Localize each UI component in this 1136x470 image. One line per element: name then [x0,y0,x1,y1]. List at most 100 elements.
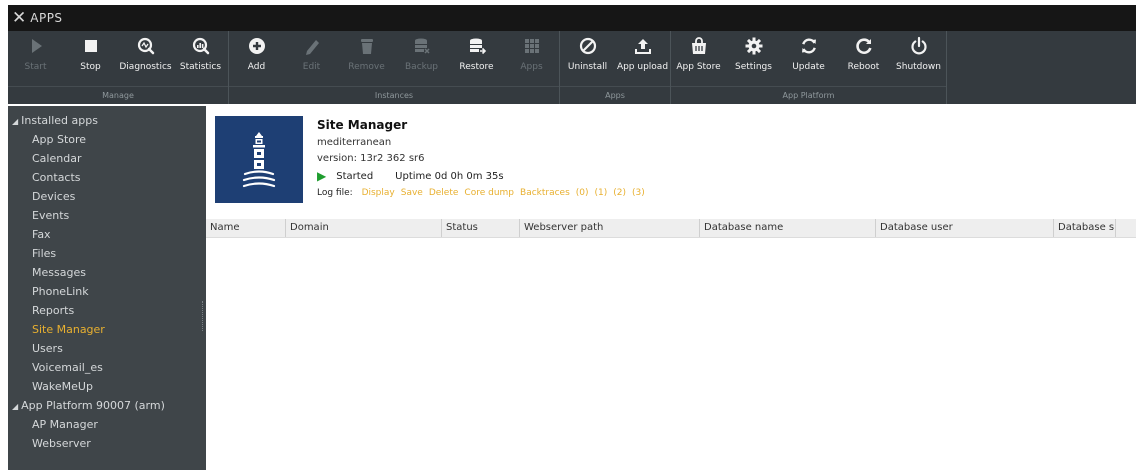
sidebar-item-site-manager[interactable]: Site Manager [8,320,206,339]
gear-icon [743,35,765,57]
edit-icon [301,35,323,57]
log-link-save[interactable]: Save [401,188,423,198]
log-link-backtraces[interactable]: Backtraces [520,188,570,198]
sidebar: ◢ Installed apps App Store Calendar Contacts… [8,106,206,470]
app-version: version: 13r2 362 sr6 [317,153,425,164]
store-icon [688,35,710,57]
restore-icon [466,35,488,57]
reboot-icon [853,35,875,57]
settings-button[interactable]: Settings [726,31,781,86]
log-link-3[interactable]: (3) [632,188,645,198]
stop-button[interactable]: Stop [63,31,118,86]
sidebar-item-messages[interactable]: Messages [8,263,206,282]
sidebar-item-users[interactable]: Users [8,339,206,358]
toolbar-group-app-platform: App Store Settings Update Reboot Shutdown App… [671,31,947,104]
title-bar: ✕ APPS [8,5,1136,31]
log-file-label: Log file: [317,188,353,198]
update-button[interactable]: Update [781,31,836,86]
edit-button[interactable]: Edit [284,31,339,86]
restore-label: Restore [459,62,494,72]
stop-label: Stop [80,62,101,72]
sidebar-item-files[interactable]: Files [8,244,206,263]
log-link-delete[interactable]: Delete [429,188,459,198]
log-link-0[interactable]: (0) [576,188,589,198]
sidebar-item-app-store[interactable]: App Store [8,130,206,149]
sidebar-section-app-platform-90007-arm[interactable]: ◢ App Platform 90007 (arm) [8,396,206,415]
column-header-status[interactable]: Status [442,219,520,237]
diagnostics-button[interactable]: Diagnostics [118,31,173,86]
sidebar-section-label: Installed apps [21,114,98,127]
column-header-database-user[interactable]: Database user [876,219,1054,237]
column-header-database-name[interactable]: Database name [700,219,876,237]
reboot-label: Reboot [847,62,880,72]
uninstall-icon [577,35,599,57]
collapse-triangle-icon[interactable]: ◢ [12,117,18,126]
column-header-name[interactable]: Name [206,219,286,237]
uninstall-label: Uninstall [567,62,608,72]
apps-grid-icon [521,35,543,57]
restore-button[interactable]: Restore [449,31,504,86]
started-play-icon: ▶ [317,169,327,183]
backup-icon [411,35,433,57]
sidebar-item-ap-manager[interactable]: AP Manager [8,415,206,434]
close-icon[interactable]: ✕ [12,9,26,27]
statistics-label: Statistics [179,62,222,72]
add-label: Add [247,62,266,72]
app-status: ▶ Started Uptime 0d 0h 0m 35s [317,167,645,185]
log-link-2[interactable]: (2) [613,188,626,198]
start-button[interactable]: Start [8,31,63,86]
edit-label: Edit [302,62,321,72]
remove-button[interactable]: Remove [339,31,394,86]
sidebar-item-webserver[interactable]: Webserver [8,434,206,453]
update-icon [798,35,820,57]
shutdown-button[interactable]: Shutdown [891,31,946,86]
sidebar-item-wakemeup[interactable]: WakeMeUp [8,377,206,396]
sidebar-item-reports[interactable]: Reports [8,301,206,320]
sidebar-item-contacts[interactable]: Contacts [8,168,206,187]
toolbar-group-label: Apps [560,86,670,104]
diagnostics-icon [135,35,157,57]
app-name: Site Manager [317,118,408,132]
sidebar-item-devices[interactable]: Devices [8,187,206,206]
column-header-domain[interactable]: Domain [286,219,442,237]
window-title: APPS [30,11,63,25]
toolbar-group-manage: Start Stop Diagnostics Statistics Manage [8,31,229,104]
lighthouse-icon [242,131,276,187]
upload-icon [632,35,654,57]
app-info: Site Manager mediterranean version: 13r2… [317,118,645,201]
table-header: Name Domain Status Webserver path Database n… [206,219,1136,238]
sidebar-item-fax[interactable]: Fax [8,225,206,244]
sidebar-item-events[interactable]: Events [8,206,206,225]
statistics-button[interactable]: Statistics [173,31,228,86]
stop-icon [80,35,102,57]
app-store-label: App Store [676,62,721,72]
sidebar-section-installed-apps[interactable]: ◢ Installed apps [8,111,206,130]
sidebar-item-voicemail-es[interactable]: Voicemail_es [8,358,206,377]
add-button[interactable]: Add [229,31,284,86]
log-link-core-dump[interactable]: Core dump [464,188,514,198]
app-store-button[interactable]: App Store [671,31,726,86]
apps-label: Apps [520,62,543,72]
start-label: Start [24,62,47,72]
toolbar-group-label: Instances [229,86,559,104]
log-link-1[interactable]: (1) [595,188,608,198]
sidebar-item-phonelink[interactable]: PhoneLink [8,282,206,301]
reboot-button[interactable]: Reboot [836,31,891,86]
add-icon [246,35,268,57]
settings-label: Settings [735,62,772,72]
log-file-row: Log file: Display Save Delete Core dump Back… [317,185,645,201]
toolbar-group-label: App Platform [671,86,946,104]
main-panel: Site Manager mediterranean version: 13r2… [206,106,1136,470]
app-upload-button[interactable]: App upload [615,31,670,86]
column-header-webserver-path[interactable]: Webserver path [520,219,700,237]
log-link-display[interactable]: Display [362,188,395,198]
uptime-text: Uptime 0d 0h 0m 35s [395,170,504,182]
apps-button[interactable]: Apps [504,31,559,86]
column-header-database-size[interactable]: Database size [1054,219,1116,237]
uninstall-button[interactable]: Uninstall [560,31,615,86]
backup-button[interactable]: Backup [394,31,449,86]
backup-label: Backup [405,62,438,72]
sidebar-item-calendar[interactable]: Calendar [8,149,206,168]
collapse-triangle-icon[interactable]: ◢ [12,402,18,411]
shutdown-label: Shutdown [896,62,941,72]
